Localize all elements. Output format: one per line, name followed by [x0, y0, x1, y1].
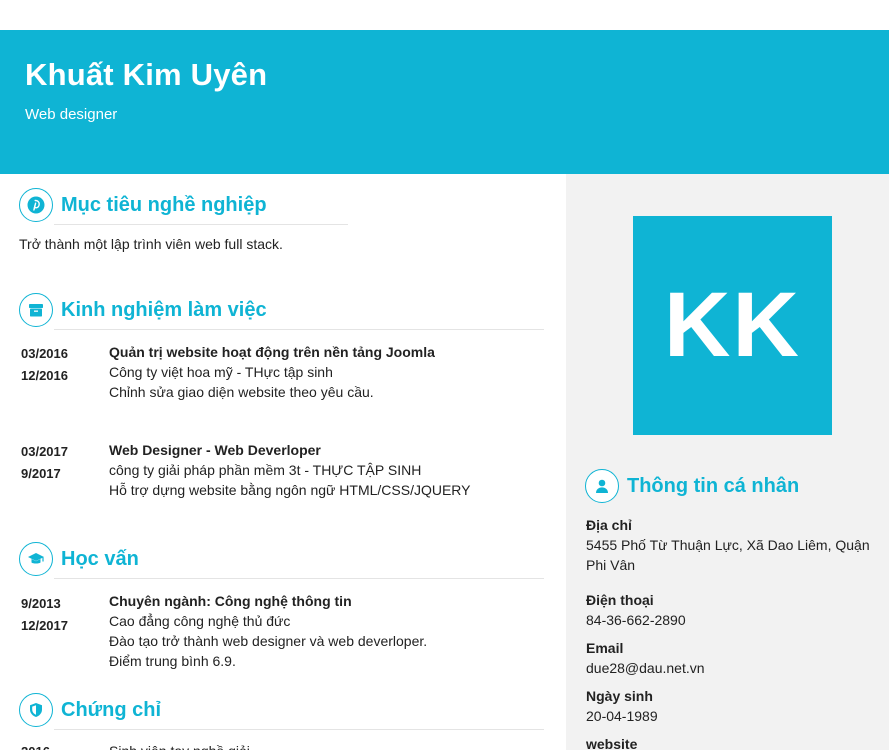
personal-info-heading: Thông tin cá nhân — [585, 469, 799, 503]
shield-icon — [19, 693, 53, 727]
objective-text: Trở thành một lập trình viên web full st… — [19, 236, 283, 252]
experience-1-org: Công ty việt hoa mỹ - THực tập sinh — [109, 364, 333, 380]
graduation-cap-icon — [19, 542, 53, 576]
avatar-initials: KK — [664, 274, 801, 376]
pinterest-icon — [19, 188, 53, 222]
experience-1-entry: Quản trị website hoạt động trên nền tảng… — [109, 342, 435, 402]
education-1-gpa: Điểm trung bình 6.9. — [109, 653, 236, 669]
education-1-desc: Đào tạo trở thành web designer và web de… — [109, 633, 428, 649]
top-strip — [0, 0, 894, 30]
archive-box-icon — [19, 293, 53, 327]
candidate-role: Web designer — [25, 106, 118, 123]
email-value: due28@dau.net.vn — [586, 660, 705, 676]
experience-divider — [54, 329, 544, 330]
experience-1-dates: 03/2016 12/2016 — [21, 346, 68, 383]
objective-divider — [54, 224, 348, 225]
experience-2-org: công ty giải pháp phần mềm 3t - THỰC TẬP… — [109, 462, 422, 478]
education-1-entry: Chuyên ngành: Công nghệ thông tin Cao đẳ… — [109, 591, 427, 671]
phone-value: 84-36-662-2890 — [586, 612, 686, 628]
website-label: website — [586, 736, 638, 750]
education-1-org: Cao đẳng công nghệ thủ đức — [109, 613, 291, 629]
objective-title: Mục tiêu nghề nghiệp — [61, 193, 267, 216]
experience-1-desc: Chỉnh sửa giao diện website theo yêu cầu… — [109, 384, 374, 400]
objective-heading: Mục tiêu nghề nghiệp — [19, 188, 267, 222]
address-value: 5455 Phố Từ Thuận Lực, Xã Dao Liêm, Quận… — [586, 537, 870, 573]
education-1-dates: 9/2013 12/2017 — [21, 596, 68, 633]
sidebar: KK Thông tin cá nhân Địa chỉ 5455 Phố Từ… — [566, 174, 889, 750]
personal-info-title: Thông tin cá nhân — [627, 474, 800, 497]
certificates-heading: Chứng chỉ — [19, 693, 161, 727]
certificate-1-text: Sinh viên tay nghề giỏi — [109, 741, 250, 750]
resume-header: Khuất Kim Uyên Web designer — [0, 30, 889, 174]
experience-2-entry: Web Designer - Web Deverloper công ty gi… — [109, 440, 471, 500]
certificates-divider — [54, 729, 544, 730]
education-title: Học vấn — [61, 547, 139, 570]
certificate-1-year: 2016 — [21, 741, 50, 750]
experience-2-dates: 03/2017 9/2017 — [21, 444, 68, 481]
phone-label: Điện thoại — [586, 592, 654, 608]
address-label: Địa chỉ — [586, 517, 632, 533]
avatar: KK — [633, 216, 832, 435]
email-label: Email — [586, 640, 624, 656]
experience-title: Kinh nghiệm làm việc — [61, 298, 267, 321]
experience-heading: Kinh nghiệm làm việc — [19, 293, 267, 327]
candidate-name: Khuất Kim Uyên — [25, 57, 268, 92]
experience-1-title: Quản trị website hoạt động trên nền tảng… — [109, 344, 435, 360]
education-1-title: Chuyên ngành: Công nghệ thông tin — [109, 593, 352, 609]
dob-label: Ngày sinh — [586, 688, 653, 704]
user-icon — [585, 469, 619, 503]
certificates-title: Chứng chỉ — [61, 698, 162, 721]
experience-2-title: Web Designer - Web Deverloper — [109, 442, 321, 458]
education-heading: Học vấn — [19, 542, 139, 576]
dob-value: 20-04-1989 — [586, 708, 658, 724]
education-divider — [54, 578, 544, 579]
experience-2-desc: Hỗ trợ dựng website bằng ngôn ngữ HTML/C… — [109, 482, 471, 498]
